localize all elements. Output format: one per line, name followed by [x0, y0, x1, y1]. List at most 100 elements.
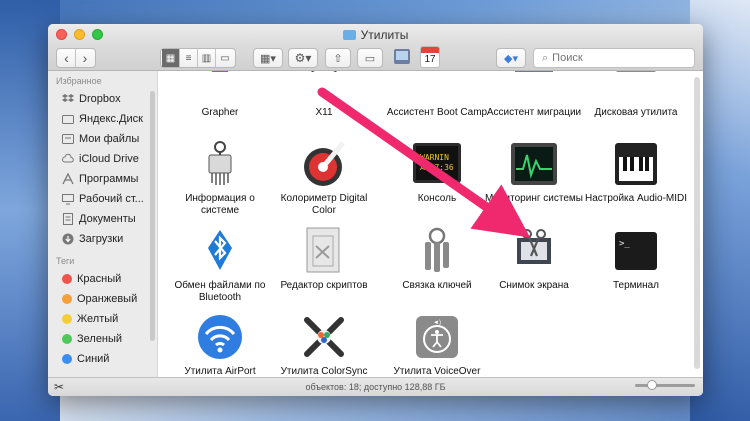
search-input[interactable]	[552, 52, 673, 64]
disk-utility-icon	[611, 71, 661, 103]
sidebar-scrollbar[interactable]	[150, 91, 155, 341]
file-item-x11[interactable]: X11	[269, 71, 379, 119]
cover-flow-icon[interactable]: ▭	[216, 49, 234, 67]
tag-color-dot	[62, 294, 72, 304]
zoom-window-button[interactable]	[92, 29, 103, 40]
file-item-system-information[interactable]: Информация о системе	[165, 139, 275, 217]
navigation-buttons: ‹ ›	[56, 48, 96, 68]
tag-color-dot	[62, 354, 72, 364]
bootcamp-icon	[412, 71, 462, 103]
minimize-window-button[interactable]	[74, 29, 85, 40]
file-item-label: Дисковая утилита	[594, 107, 678, 118]
close-window-button[interactable]	[56, 29, 67, 40]
keychain-icon	[412, 226, 462, 276]
finder-screenshot-tool-icon[interactable]	[393, 47, 411, 67]
file-item-digital-color-meter[interactable]: Колориметр Digital Color	[269, 139, 379, 217]
file-item-activity-monitor[interactable]: Мониторинг системы	[479, 139, 589, 205]
file-item-label: Ассистент Boot Camp	[386, 107, 488, 118]
sidebar-tag-item[interactable]: Синий	[48, 349, 157, 369]
file-item-console[interactable]: WARNIN AY 7:36 Консоль	[382, 139, 492, 205]
file-item-voiceover[interactable]: ◄) Утилита VoiceOver	[382, 312, 492, 377]
tags-button[interactable]: ▭	[357, 48, 383, 68]
file-item-label: Колориметр Digital Color	[280, 193, 368, 216]
sidebar-item-label: Загрузки	[79, 233, 124, 245]
activity-monitor-icon	[509, 139, 559, 189]
file-item-label: Консоль	[417, 193, 457, 204]
sidebar-item-dropbox[interactable]: Dropbox	[48, 89, 157, 109]
sidebar-item-folder[interactable]: Яндекс.Диск	[48, 109, 157, 129]
file-item-screenshot[interactable]: Снимок экрана	[479, 226, 589, 292]
file-item-bootcamp[interactable]: Ассистент Boot Camp	[382, 71, 492, 119]
file-item-migration[interactable]: Ассистент миграции	[479, 71, 589, 119]
column-view-icon[interactable]: ▥	[198, 49, 216, 67]
icon-size-slider[interactable]	[635, 380, 695, 390]
sidebar-item-cloud[interactable]: iCloud Drive	[48, 149, 157, 169]
gear-icon: ⚙▾	[294, 51, 312, 65]
search-icon: ⌕	[542, 51, 549, 64]
migration-icon	[509, 71, 559, 103]
tag-color-dot	[62, 274, 72, 284]
file-item-label: Grapher	[201, 107, 239, 118]
file-item-bluetooth[interactable]: Обмен файлами по Bluetooth	[165, 226, 275, 304]
downloads-icon	[62, 233, 74, 245]
file-item-label: Настройка Audio-MIDI	[584, 193, 688, 204]
tag-label: Желтый	[77, 313, 119, 325]
file-item-keychain[interactable]: Связка ключей	[382, 226, 492, 292]
tag-label: Оранжевый	[77, 293, 138, 305]
sidebar-tag-item[interactable]: Оранжевый	[48, 289, 157, 309]
forward-button[interactable]: ›	[76, 49, 94, 67]
file-item-label: Утилита ColorSync	[280, 366, 368, 377]
sidebar-item-applications[interactable]: Программы	[48, 169, 157, 189]
scissors-icon: ✂	[54, 380, 65, 394]
file-item-label: Связка ключей	[402, 280, 472, 291]
back-button[interactable]: ‹	[58, 49, 76, 67]
file-item-label: Информация о системе	[185, 193, 255, 216]
grapher-icon	[195, 71, 245, 103]
file-item-grapher[interactable]: Grapher	[165, 71, 275, 119]
file-item-colorsync[interactable]: Утилита ColorSync	[269, 312, 379, 377]
file-item-label: X11	[315, 107, 333, 118]
title-bar[interactable]: Утилиты	[48, 24, 703, 45]
share-button[interactable]: ⇧	[325, 48, 351, 68]
icon-size-slider-knob[interactable]	[647, 380, 657, 390]
file-item-disk-utility[interactable]: Дисковая утилита	[581, 71, 691, 119]
arrange-button[interactable]: ▦▾	[253, 48, 283, 68]
tag-color-dot	[62, 334, 72, 344]
content-scrollbar[interactable]	[694, 77, 700, 369]
applications-icon	[62, 173, 74, 185]
x11-icon	[299, 71, 349, 103]
system-information-icon	[195, 139, 245, 189]
file-item-label: Утилита VoiceOver	[393, 366, 481, 377]
sidebar-tag-item[interactable]: Красный	[48, 269, 157, 289]
sidebar-tag-item[interactable]: Зеленый	[48, 329, 157, 349]
calendar-icon[interactable]: 17	[420, 46, 440, 68]
file-item-terminal[interactable]: >_ Терминал	[581, 226, 691, 292]
sidebar-item-documents[interactable]: Документы	[48, 209, 157, 229]
file-item-label: Обмен файлами по Bluetooth	[174, 280, 266, 303]
action-button[interactable]: ⚙▾	[288, 48, 318, 68]
search-field[interactable]: ⌕	[533, 48, 695, 68]
console-time-text: AY 7:36	[420, 163, 454, 172]
sidebar-item-desktop[interactable]: Рабочий ст...	[48, 189, 157, 209]
sidebar-item-downloads[interactable]: Загрузки	[48, 229, 157, 249]
icon-view-icon[interactable]: ▦	[162, 49, 180, 67]
tag-color-dot	[62, 314, 72, 324]
file-item-script-editor[interactable]: Редактор скриптов	[269, 226, 379, 292]
sidebar-tag-item[interactable]: Желтый	[48, 309, 157, 329]
file-item-audio-midi[interactable]: Настройка Audio-MIDI	[581, 139, 691, 205]
sidebar-item-all-files[interactable]: Мои файлы	[48, 129, 157, 149]
file-item-airport[interactable]: Утилита AirPort	[165, 312, 275, 377]
file-item-label: Мониторинг системы	[485, 193, 583, 204]
airport-icon	[195, 312, 245, 362]
sidebar-item-label: Программы	[79, 173, 139, 185]
file-item-label: Редактор скриптов	[280, 280, 368, 291]
dropbox-toolbar-button[interactable]: ◆▾	[496, 48, 526, 68]
digital-color-meter-icon	[299, 139, 349, 189]
window-controls	[56, 29, 103, 40]
sidebar-item-label: Документы	[79, 213, 136, 225]
tag-label: Красный	[77, 273, 122, 285]
folder-icon	[62, 113, 74, 125]
sidebar: Избранное Dropbox Яндекс.Диск Мои файлы iCl…	[48, 71, 158, 377]
console-warning-text: WARNIN	[420, 153, 449, 162]
list-view-icon[interactable]: ≡	[180, 49, 198, 67]
